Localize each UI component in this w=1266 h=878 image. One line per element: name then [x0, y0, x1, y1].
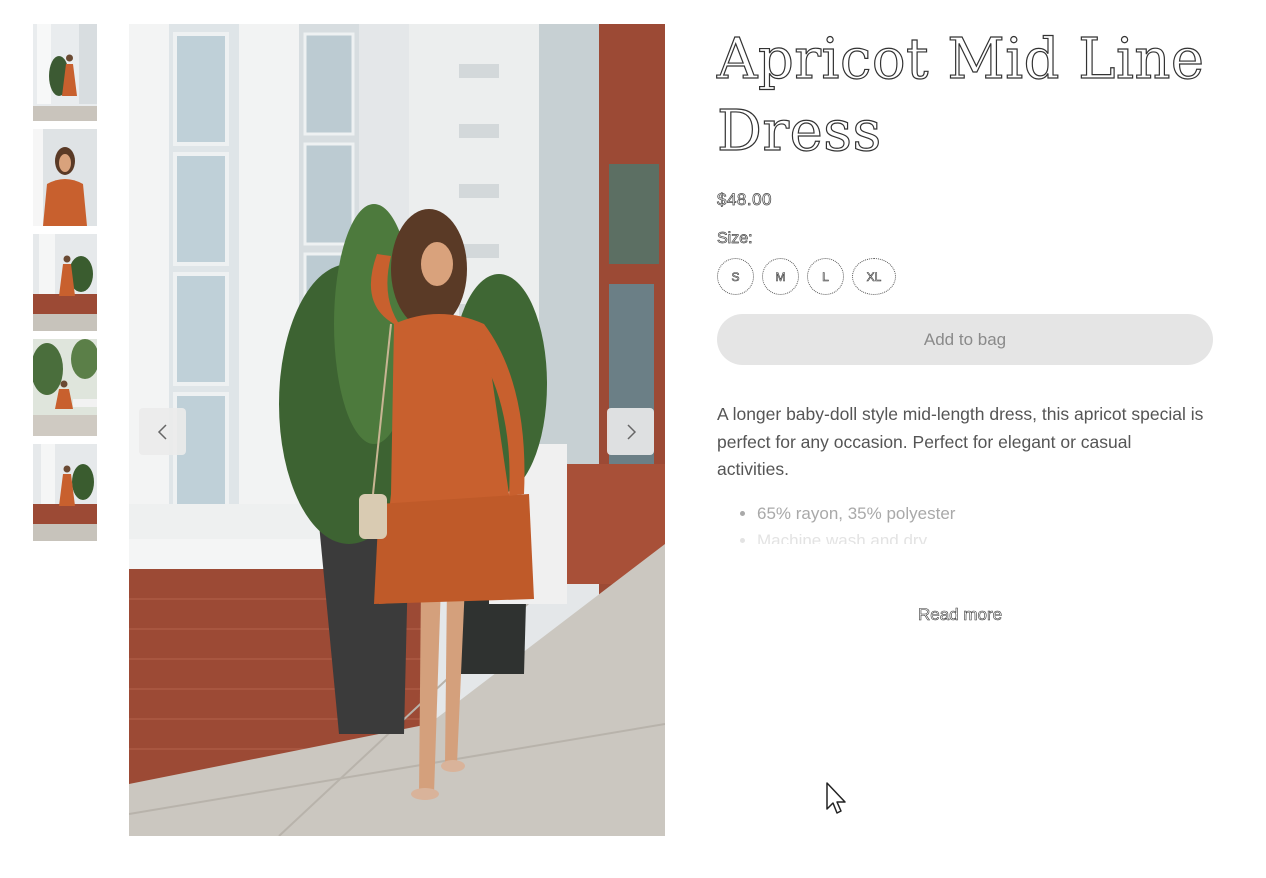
- thumbnail-2[interactable]: [33, 129, 97, 226]
- thumbnail-list: [33, 24, 97, 549]
- size-options: S M L XL: [717, 258, 1217, 295]
- product-description: A longer baby-doll style mid-length dres…: [717, 404, 1204, 479]
- product-photo: [129, 24, 665, 836]
- feature-item: 65% rayon, 35% polyester: [757, 500, 1217, 527]
- read-more-link[interactable]: Read more: [918, 605, 1003, 625]
- feature-list: 65% rayon, 35% polyester Machine wash an…: [717, 500, 1217, 544]
- product-info: Apricot Mid Line Dress $48.00 Size: S M …: [716, 24, 1217, 624]
- size-option-xl[interactable]: XL: [852, 258, 896, 295]
- size-option-s[interactable]: S: [717, 258, 754, 295]
- feature-item: Machine wash and dry: [757, 527, 1217, 544]
- add-to-bag-button[interactable]: Add to bag: [717, 314, 1213, 365]
- product-price: $48.00: [717, 190, 772, 210]
- mouse-cursor-icon: [826, 782, 846, 814]
- thumbnail-image: [33, 444, 97, 541]
- thumbnail-image: [33, 339, 97, 436]
- size-option-l[interactable]: L: [807, 258, 844, 295]
- thumbnail-image: [33, 24, 97, 121]
- next-image-button[interactable]: [607, 408, 654, 455]
- previous-image-button[interactable]: [139, 408, 186, 455]
- thumbnail-5[interactable]: [33, 444, 97, 541]
- size-option-m[interactable]: M: [762, 258, 799, 295]
- chevron-left-icon: [157, 423, 167, 440]
- thumbnail-3[interactable]: [33, 234, 97, 331]
- thumbnail-1[interactable]: [33, 24, 97, 121]
- chevron-right-icon: [626, 423, 636, 440]
- features-container: 65% rayon, 35% polyester Machine wash an…: [717, 484, 1217, 544]
- product-title: Apricot Mid Line Dress: [716, 26, 1205, 164]
- thumbnail-image: [33, 234, 97, 331]
- size-label: Size:: [717, 230, 753, 248]
- thumbnail-image: [33, 129, 97, 226]
- main-product-image: [129, 24, 665, 836]
- thumbnail-4[interactable]: [33, 339, 97, 436]
